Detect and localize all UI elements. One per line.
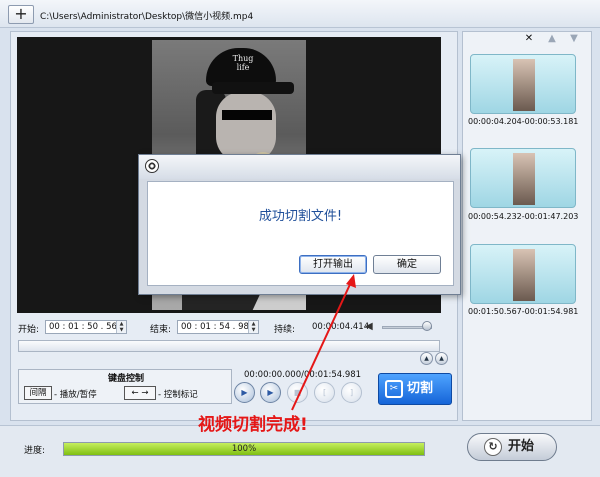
progress-label: 进度: — [24, 446, 46, 456]
arrow-line — [291, 279, 353, 411]
start-button[interactable]: ↻ 开始 — [467, 433, 557, 461]
progress-bar: 100% — [63, 442, 425, 456]
annotation-arrow — [291, 274, 356, 411]
start-button-label: 开始 — [508, 439, 535, 454]
refresh-icon: ↻ — [484, 438, 502, 456]
annotation-text: 视频切割完成! — [198, 415, 308, 435]
progress-text: 100% — [231, 444, 257, 454]
arrow-head — [346, 274, 356, 288]
